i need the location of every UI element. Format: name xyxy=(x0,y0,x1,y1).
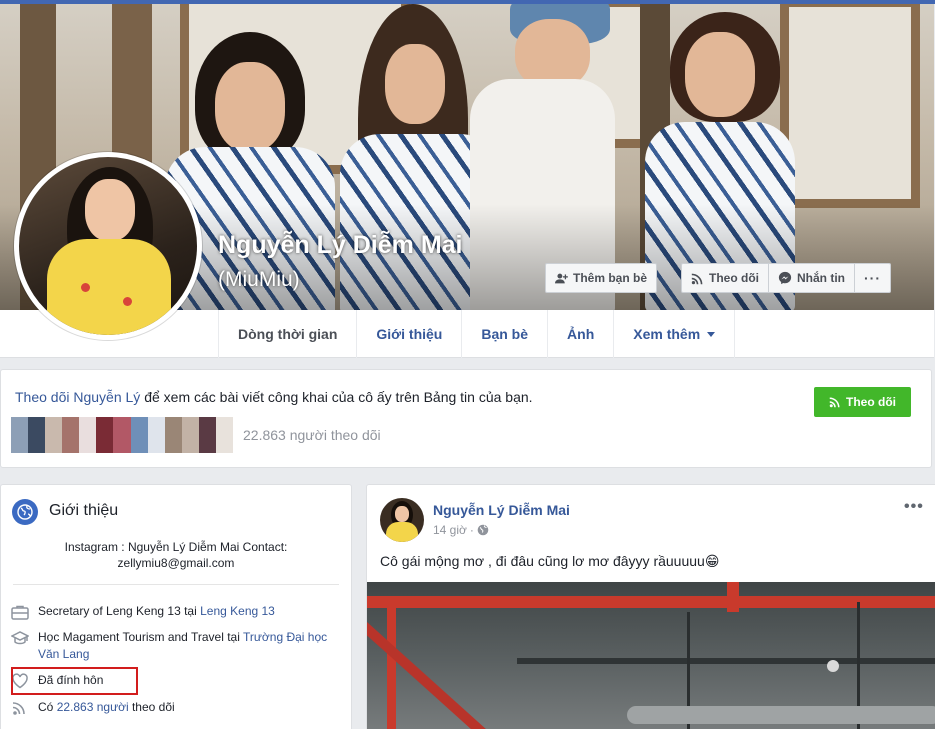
follow-banner-text: Theo dõi Nguyễn Lý để xem các bài viết c… xyxy=(15,389,533,405)
intro-divider xyxy=(13,584,339,585)
globe-icon xyxy=(12,499,38,525)
intro-card: Giới thiệu Instagram : Nguyễn Lý Diễm Ma… xyxy=(0,484,352,729)
briefcase-icon xyxy=(11,605,29,620)
post-time-text: 14 giờ xyxy=(433,523,467,537)
follow-button[interactable]: Theo dõi xyxy=(682,264,769,292)
tab-timeline[interactable]: Dòng thời gian xyxy=(218,310,356,358)
post-photo[interactable] xyxy=(367,582,935,729)
add-friend-icon xyxy=(555,273,568,283)
profile-picture[interactable] xyxy=(14,152,202,340)
post-options-button[interactable]: ••• xyxy=(904,498,924,516)
education-text: Học Magament Tourism and Travel tại xyxy=(38,630,243,644)
follower-avatars-blurred xyxy=(11,417,234,453)
followers-link[interactable]: 22.863 người xyxy=(57,700,129,714)
add-friend-button[interactable]: Thêm bạn bè xyxy=(545,263,658,293)
followers-prefix: Có xyxy=(38,700,57,714)
caret-down-icon xyxy=(707,331,716,337)
post-card: Nguyễn Lý Diễm Mai 14 giờ · ••• Cô gái m… xyxy=(366,484,935,729)
tab-more-label: Xem thêm xyxy=(633,326,701,342)
follow-button-label: Theo dõi xyxy=(709,271,759,285)
message-button-label: Nhắn tin xyxy=(797,271,845,285)
follow-banner-description: để xem các bài viết công khai của cô ấy … xyxy=(140,389,533,405)
add-friend-label: Thêm bạn bè xyxy=(573,271,648,285)
messenger-icon xyxy=(778,271,792,285)
post-author-name[interactable]: Nguyễn Lý Diễm Mai xyxy=(433,502,570,518)
follow-banner-button-label: Theo dõi xyxy=(846,395,896,409)
relationship-highlight-box xyxy=(11,667,138,695)
work-text: Secretary of Leng Keng 13 tại xyxy=(38,604,201,618)
intro-bio: Instagram : Nguyễn Lý Diễm Mai Contact: … xyxy=(64,540,288,570)
tab-about[interactable]: Giới thiệu xyxy=(356,310,461,358)
work-link[interactable]: Leng Keng 13 xyxy=(200,604,275,618)
intro-work-row: Secretary of Leng Keng 13 tại Leng Keng … xyxy=(11,603,331,620)
profile-actions-group: Theo dõi Nhắn tin ··· xyxy=(681,263,891,293)
message-button[interactable]: Nhắn tin xyxy=(769,264,855,292)
rss-icon xyxy=(12,702,25,715)
profile-alternate-name: (MiuMiu) xyxy=(218,268,300,291)
follow-rss-icon xyxy=(829,397,840,408)
intro-title: Giới thiệu xyxy=(49,502,119,519)
dot-separator: · xyxy=(469,523,474,537)
graduation-cap-icon xyxy=(11,631,29,645)
intro-education-row: Học Magament Tourism and Travel tại Trườ… xyxy=(11,629,331,663)
more-options-button[interactable]: ··· xyxy=(855,264,890,292)
follow-rss-icon xyxy=(691,273,703,284)
followers-suffix: theo dõi xyxy=(128,700,175,714)
post-text: Cô gái mộng mơ , đi đâu cũng lơ mơ đâyyy… xyxy=(380,553,720,569)
tab-friends[interactable]: Bạn bè xyxy=(461,310,547,358)
profile-name[interactable]: Nguyễn Lý Diễm Mai xyxy=(218,231,463,260)
intro-followers-row: Có 22.863 người theo dõi xyxy=(11,699,331,716)
tab-more[interactable]: Xem thêm xyxy=(613,310,736,358)
more-options-label: ··· xyxy=(864,270,881,286)
tab-photos[interactable]: Ảnh xyxy=(547,310,613,358)
follow-banner-link[interactable]: Theo dõi Nguyễn Lý xyxy=(15,389,140,405)
post-author-avatar[interactable] xyxy=(380,498,424,542)
public-globe-icon xyxy=(477,524,489,536)
follow-banner-button[interactable]: Theo dõi xyxy=(814,387,911,417)
follow-banner: Theo dõi Nguyễn Lý để xem các bài viết c… xyxy=(0,369,932,468)
post-timestamp[interactable]: 14 giờ · xyxy=(433,523,489,537)
follower-count: 22.863 người theo dõi xyxy=(243,427,381,443)
